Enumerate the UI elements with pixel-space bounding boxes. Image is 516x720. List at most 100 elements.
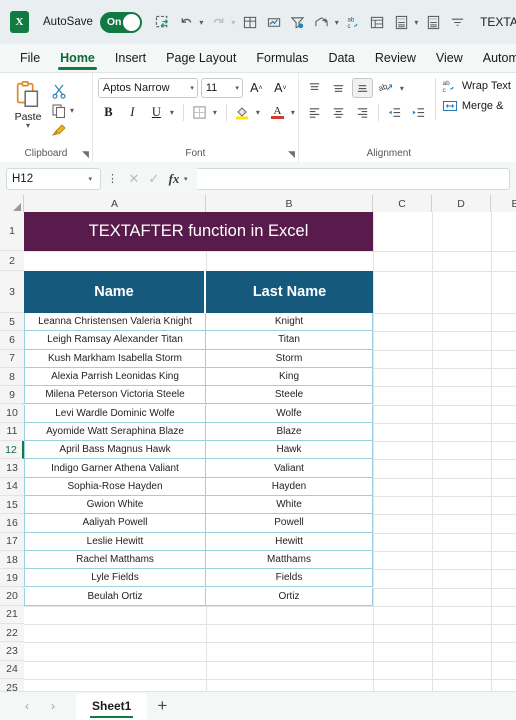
table-cell[interactable]: Sophia-Rose Hayden: [24, 477, 206, 496]
row-header-17[interactable]: 17: [0, 532, 24, 551]
tab-page-layout[interactable]: Page Layout: [158, 48, 244, 69]
row-header-1[interactable]: 1: [0, 212, 24, 251]
row-header-9[interactable]: 9: [0, 386, 24, 405]
format-painter-button[interactable]: [51, 121, 78, 140]
table-cell[interactable]: Aaliyah Powell: [24, 514, 206, 533]
tab-formulas[interactable]: Formulas: [248, 48, 316, 69]
tab-view[interactable]: View: [428, 48, 471, 69]
table-cell[interactable]: Storm: [206, 349, 373, 368]
table-cell[interactable]: Hayden: [206, 477, 373, 496]
table-header-cell[interactable]: Last Name: [206, 271, 373, 313]
row-header-13[interactable]: 13: [0, 459, 24, 478]
table-cell[interactable]: Gwion White: [24, 496, 206, 515]
table-cell[interactable]: Beulah Ortiz: [24, 587, 206, 606]
calculate-dropdown-icon[interactable]: ▾: [414, 18, 418, 27]
increase-indent-button[interactable]: [408, 102, 429, 122]
filter-icon[interactable]: [287, 11, 309, 34]
fill-color-button[interactable]: [232, 102, 253, 122]
row-header-10[interactable]: 10: [0, 404, 24, 423]
paste-button[interactable]: Paste ▾: [5, 78, 51, 130]
table-cell[interactable]: Leigh Ramsay Alexander Titan: [24, 331, 206, 350]
row-header-5[interactable]: 5: [0, 313, 24, 332]
tab-insert[interactable]: Insert: [107, 48, 154, 69]
row-header-7[interactable]: 7: [0, 349, 24, 368]
select-all-corner[interactable]: [0, 195, 24, 212]
row-header-25[interactable]: 25: [0, 679, 24, 691]
align-center-button[interactable]: [328, 102, 349, 122]
fill-color-dropdown-icon[interactable]: ▾: [256, 108, 260, 117]
decrease-font-size-button[interactable]: A ˅: [270, 78, 291, 98]
save-icon[interactable]: [152, 11, 174, 34]
table-icon[interactable]: [239, 11, 261, 34]
add-sheet-button[interactable]: +: [147, 694, 177, 718]
row-header-22[interactable]: 22: [0, 624, 24, 643]
tab-home[interactable]: Home: [52, 48, 103, 70]
copy-button[interactable]: ▾: [51, 101, 78, 120]
underline-dropdown-icon[interactable]: ▾: [170, 108, 174, 117]
tab-data[interactable]: Data: [320, 48, 362, 69]
table-cell[interactable]: Ayomide Watt Seraphina Blaze: [24, 422, 206, 442]
row-header-16[interactable]: 16: [0, 514, 24, 533]
table-cell[interactable]: Blaze: [206, 422, 373, 442]
autosave-toggle[interactable]: On: [99, 11, 142, 33]
row-header-2[interactable]: 2: [0, 251, 24, 271]
copy-dropdown-icon[interactable]: ▾: [70, 106, 74, 115]
table-cell[interactable]: Powell: [206, 514, 373, 533]
row-header-18[interactable]: 18: [0, 550, 24, 570]
row-header-6[interactable]: 6: [0, 331, 24, 350]
sheet-tab-sheet1[interactable]: Sheet1: [76, 692, 148, 720]
calculate-icon[interactable]: [390, 11, 412, 34]
formula-bar-chevron-down-icon[interactable]: ▾: [184, 175, 191, 183]
orientation-button[interactable]: ab: [376, 78, 397, 98]
table-cell[interactable]: Milena Peterson Victoria Steele: [24, 386, 206, 405]
orientation-dropdown-icon[interactable]: ▾: [400, 84, 404, 93]
table-cell[interactable]: Wolfe: [206, 404, 373, 423]
formula-input[interactable]: [196, 167, 510, 190]
column-header-D[interactable]: D: [432, 195, 491, 212]
borders-dropdown-icon[interactable]: ▾: [213, 108, 217, 117]
row-header-12[interactable]: 12: [0, 441, 24, 460]
calculate-sheet-icon[interactable]: [422, 11, 444, 34]
enter-icon[interactable]: ✓: [144, 168, 164, 190]
tab-review[interactable]: Review: [367, 48, 424, 69]
table-cell[interactable]: Indigo Garner Athena Valiant: [24, 459, 206, 478]
pivot-table-icon[interactable]: [367, 11, 389, 34]
align-top-button[interactable]: [304, 78, 325, 98]
borders-button[interactable]: [189, 102, 210, 122]
table-cell[interactable]: Lyle Fields: [24, 569, 206, 588]
font-size-chevron-down-icon[interactable]: ▾: [235, 84, 242, 92]
redo-icon[interactable]: [207, 11, 229, 34]
table-cell[interactable]: King: [206, 367, 373, 387]
table-cell[interactable]: Hewitt: [206, 532, 373, 551]
name-box[interactable]: H12 ▾: [6, 167, 101, 190]
row-header-8[interactable]: 8: [0, 367, 24, 387]
title-cell[interactable]: TEXTAFTER function in Excel: [24, 212, 373, 251]
row-header-24[interactable]: 24: [0, 660, 24, 679]
font-name-chevron-down-icon[interactable]: ▾: [190, 84, 197, 92]
column-header-A[interactable]: A: [24, 195, 206, 212]
merge-center-button[interactable]: Merge &: [442, 98, 511, 114]
insert-function-icon[interactable]: fx: [164, 168, 184, 190]
chart-icon[interactable]: [263, 11, 285, 34]
row-header-19[interactable]: 19: [0, 569, 24, 588]
paste-dropdown-icon[interactable]: ▾: [26, 122, 30, 130]
name-box-chevron-down-icon[interactable]: ▾: [88, 175, 95, 183]
table-cell[interactable]: Steele: [206, 386, 373, 405]
table-cell[interactable]: Ortiz: [206, 587, 373, 606]
table-cell[interactable]: Fields: [206, 569, 373, 588]
row-header-20[interactable]: 20: [0, 587, 24, 606]
row-header-21[interactable]: 21: [0, 605, 24, 625]
tab-file[interactable]: File: [12, 48, 48, 69]
table-cell[interactable]: Rachel Matthams: [24, 550, 206, 570]
table-header-cell[interactable]: Name: [24, 271, 206, 313]
row-header-23[interactable]: 23: [0, 642, 24, 661]
next-sheet-button[interactable]: ›: [40, 695, 66, 717]
table-cell[interactable]: Leanna Christensen Valeria Knight: [24, 313, 206, 332]
column-header-B[interactable]: B: [206, 195, 373, 212]
wrap-text-button[interactable]: ab c Wrap Text: [442, 78, 511, 94]
column-header-C[interactable]: C: [373, 195, 432, 212]
share-dropdown-icon[interactable]: ▾: [335, 18, 339, 27]
table-cell[interactable]: Valiant: [206, 459, 373, 478]
align-right-button[interactable]: [352, 102, 373, 122]
table-cell[interactable]: April Bass Magnus Hawk: [24, 441, 206, 460]
